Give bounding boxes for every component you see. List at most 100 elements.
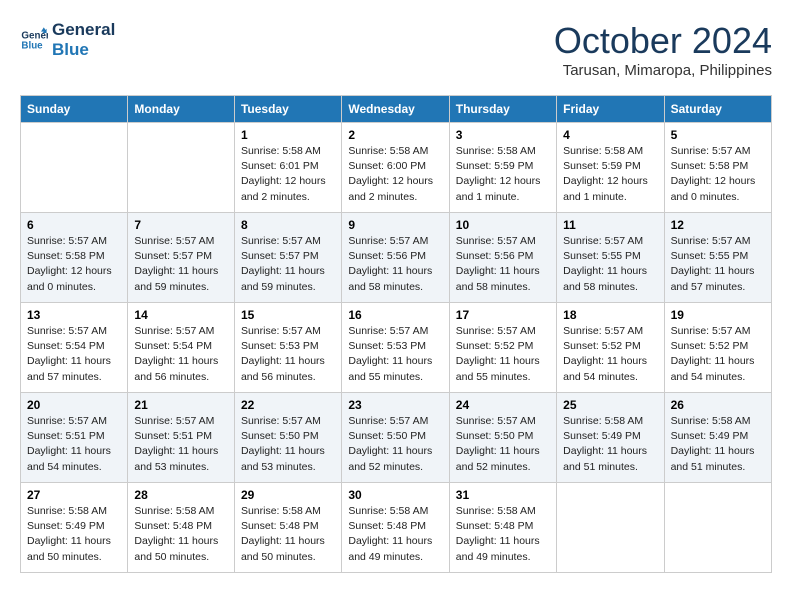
calendar-week-row: 1 Sunrise: 5:58 AMSunset: 6:01 PMDaylight… [21,123,772,213]
day-number: 29 [241,488,335,502]
day-number: 21 [134,398,228,412]
month-title: October 2024 [554,20,772,62]
day-number: 10 [456,218,550,232]
calendar-cell: 23 Sunrise: 5:57 AMSunset: 5:50 PMDayligh… [342,393,449,483]
day-info: Sunrise: 5:57 AMSunset: 5:58 PMDaylight:… [27,234,121,295]
weekday-header-thursday: Thursday [449,96,556,123]
day-number: 2 [348,128,442,142]
calendar-cell: 7Sunrise: 5:57 AMSunset: 5:57 PMDaylight… [128,213,235,303]
svg-text:Blue: Blue [21,40,43,51]
day-number: 12 [671,218,765,232]
calendar-cell: 16Sunrise: 5:57 AMSunset: 5:53 PMDayligh… [342,303,449,393]
day-info: Sunrise: 5:58 AMSunset: 5:49 PMDaylight:… [671,414,765,475]
day-info: Sunrise: 5:58 AMSunset: 5:49 PMDaylight:… [27,504,121,565]
title-block: October 2024 Tarusan, Mimaropa, Philippi… [554,20,772,79]
day-info: Sunrise: 5:57 AMSunset: 5:56 PMDaylight:… [456,234,550,295]
day-number: 6 [27,218,121,232]
calendar-cell: 1 Sunrise: 5:58 AMSunset: 6:01 PMDaylight… [234,123,341,213]
day-info: Sunrise: 5:57 AMSunset: 5:52 PMDaylight:… [563,324,657,385]
calendar-cell: 19Sunrise: 5:57 AMSunset: 5:52 PMDayligh… [664,303,771,393]
day-info: Sunrise: 5:58 AMSunset: 5:48 PMDaylight:… [241,504,335,565]
day-number: 28 [134,488,228,502]
day-number: 3 [456,128,550,142]
day-info: Sunrise: 5:57 AMSunset: 5:55 PMDaylight:… [563,234,657,295]
calendar-cell: 13Sunrise: 5:57 AMSunset: 5:54 PMDayligh… [21,303,128,393]
calendar-cell: 11 Sunrise: 5:57 AMSunset: 5:55 PMDayligh… [557,213,664,303]
calendar-cell: 5Sunrise: 5:57 AMSunset: 5:58 PMDaylight… [664,123,771,213]
calendar-cell: 28 Sunrise: 5:58 AMSunset: 5:48 PMDayligh… [128,483,235,573]
calendar-cell: 14Sunrise: 5:57 AMSunset: 5:54 PMDayligh… [128,303,235,393]
calendar-cell: 24Sunrise: 5:57 AMSunset: 5:50 PMDayligh… [449,393,556,483]
calendar-cell: 15Sunrise: 5:57 AMSunset: 5:53 PMDayligh… [234,303,341,393]
logo-text-blue: Blue [52,40,115,60]
day-number: 8 [241,218,335,232]
day-number: 4 [563,128,657,142]
day-number: 26 [671,398,765,412]
page-header: General Blue General Blue October 2024 T… [20,20,772,79]
calendar-cell [557,483,664,573]
calendar-cell: 3 Sunrise: 5:58 AMSunset: 5:59 PMDaylight… [449,123,556,213]
weekday-header-wednesday: Wednesday [342,96,449,123]
calendar-cell: 20Sunrise: 5:57 AMSunset: 5:51 PMDayligh… [21,393,128,483]
day-info: Sunrise: 5:58 AMSunset: 5:48 PMDaylight:… [348,504,442,565]
calendar-cell: 8 Sunrise: 5:57 AMSunset: 5:57 PMDaylight… [234,213,341,303]
weekday-header-sunday: Sunday [21,96,128,123]
calendar-cell: 21Sunrise: 5:57 AMSunset: 5:51 PMDayligh… [128,393,235,483]
calendar-cell: 12 Sunrise: 5:57 AMSunset: 5:55 PMDayligh… [664,213,771,303]
calendar-cell: 26 Sunrise: 5:58 AMSunset: 5:49 PMDayligh… [664,393,771,483]
day-number: 23 [348,398,442,412]
calendar-week-row: 27 Sunrise: 5:58 AMSunset: 5:49 PMDayligh… [21,483,772,573]
day-info: Sunrise: 5:57 AMSunset: 5:58 PMDaylight:… [671,144,765,205]
day-info: Sunrise: 5:57 AMSunset: 5:52 PMDaylight:… [456,324,550,385]
day-info: Sunrise: 5:58 AMSunset: 6:01 PMDaylight:… [241,144,335,205]
calendar-cell: 6 Sunrise: 5:57 AMSunset: 5:58 PMDaylight… [21,213,128,303]
logo: General Blue General Blue [20,20,115,59]
weekday-header-tuesday: Tuesday [234,96,341,123]
weekday-header-saturday: Saturday [664,96,771,123]
day-number: 19 [671,308,765,322]
calendar-cell [664,483,771,573]
day-number: 16 [348,308,442,322]
day-number: 22 [241,398,335,412]
calendar-table: SundayMondayTuesdayWednesdayThursdayFrid… [20,95,772,573]
day-number: 30 [348,488,442,502]
weekday-header-monday: Monday [128,96,235,123]
calendar-cell: 9Sunrise: 5:57 AMSunset: 5:56 PMDaylight… [342,213,449,303]
calendar-cell: 4Sunrise: 5:58 AMSunset: 5:59 PMDaylight… [557,123,664,213]
calendar-cell: 31 Sunrise: 5:58 AMSunset: 5:48 PMDayligh… [449,483,556,573]
calendar-week-row: 13Sunrise: 5:57 AMSunset: 5:54 PMDayligh… [21,303,772,393]
day-number: 9 [348,218,442,232]
logo-text-general: General [52,20,115,40]
day-number: 25 [563,398,657,412]
day-info: Sunrise: 5:57 AMSunset: 5:55 PMDaylight:… [671,234,765,295]
calendar-week-row: 6 Sunrise: 5:57 AMSunset: 5:58 PMDaylight… [21,213,772,303]
logo-icon: General Blue [20,26,48,54]
calendar-cell: 2 Sunrise: 5:58 AMSunset: 6:00 PMDaylight… [342,123,449,213]
calendar-cell [128,123,235,213]
day-info: Sunrise: 5:57 AMSunset: 5:57 PMDaylight:… [241,234,335,295]
calendar-cell: 18Sunrise: 5:57 AMSunset: 5:52 PMDayligh… [557,303,664,393]
day-info: Sunrise: 5:57 AMSunset: 5:50 PMDaylight:… [241,414,335,475]
day-info: Sunrise: 5:58 AMSunset: 5:48 PMDaylight:… [456,504,550,565]
day-info: Sunrise: 5:58 AMSunset: 5:48 PMDaylight:… [134,504,228,565]
day-info: Sunrise: 5:57 AMSunset: 5:50 PMDaylight:… [456,414,550,475]
day-info: Sunrise: 5:58 AMSunset: 6:00 PMDaylight:… [348,144,442,205]
weekday-header-friday: Friday [557,96,664,123]
calendar-cell: 29 Sunrise: 5:58 AMSunset: 5:48 PMDayligh… [234,483,341,573]
calendar-cell: 10 Sunrise: 5:57 AMSunset: 5:56 PMDayligh… [449,213,556,303]
day-number: 31 [456,488,550,502]
day-number: 11 [563,218,657,232]
location: Tarusan, Mimaropa, Philippines [554,62,772,79]
day-number: 7 [134,218,228,232]
day-number: 27 [27,488,121,502]
day-info: Sunrise: 5:57 AMSunset: 5:53 PMDaylight:… [241,324,335,385]
day-number: 14 [134,308,228,322]
calendar-cell: 22 Sunrise: 5:57 AMSunset: 5:50 PMDayligh… [234,393,341,483]
day-info: Sunrise: 5:57 AMSunset: 5:50 PMDaylight:… [348,414,442,475]
day-number: 17 [456,308,550,322]
calendar-cell: 30 Sunrise: 5:58 AMSunset: 5:48 PMDayligh… [342,483,449,573]
calendar-cell: 27 Sunrise: 5:58 AMSunset: 5:49 PMDayligh… [21,483,128,573]
day-number: 20 [27,398,121,412]
day-info: Sunrise: 5:58 AMSunset: 5:59 PMDaylight:… [456,144,550,205]
day-number: 1 [241,128,335,142]
